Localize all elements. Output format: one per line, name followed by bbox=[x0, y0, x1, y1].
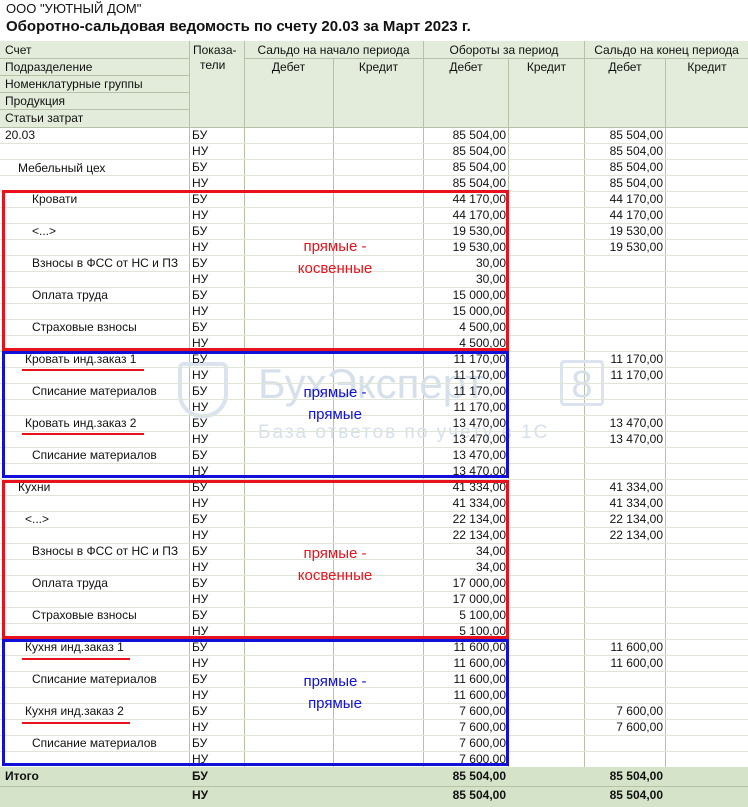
table-row: НУ 85 504,00 85 504,00 bbox=[0, 175, 748, 191]
total-closing-debit-bu: 85 504,00 bbox=[609, 769, 663, 783]
annotation-text-kitchens-direct: прямые - прямые bbox=[303, 673, 367, 712]
total-turnover-debit-bu: 85 504,00 bbox=[452, 769, 506, 783]
header-closing-credit: Кредит bbox=[687, 60, 727, 74]
row-closing-debit: 11 170,00 bbox=[610, 352, 664, 366]
row-closing-debit bbox=[585, 543, 663, 559]
header-turnover-credit: Кредит bbox=[526, 60, 567, 74]
row-closing-debit: 41 334,00 bbox=[609, 480, 663, 494]
row-closing-debit: 85 504,00 bbox=[609, 144, 663, 158]
total-turnover-debit-nu: 85 504,00 bbox=[452, 788, 506, 802]
annotation-box-kitchens-indirect bbox=[2, 480, 509, 639]
row-closing-debit: 44 170,00 bbox=[609, 192, 663, 206]
row-closing-debit: 13 470,00 bbox=[609, 416, 663, 430]
row-closing-debit bbox=[585, 255, 663, 271]
header-dim-department: Подразделение bbox=[5, 60, 93, 74]
header-turnover: Обороты за период bbox=[449, 43, 559, 57]
row-closing-debit: 85 504,00 bbox=[609, 176, 663, 190]
row-closing-debit bbox=[585, 687, 663, 703]
row-indicator: НУ bbox=[192, 176, 209, 190]
row-indicator: БУ bbox=[192, 160, 208, 174]
underline-bed-order-1 bbox=[22, 369, 144, 371]
row-turnover-debit: 85 504,00 bbox=[452, 144, 506, 158]
row-closing-debit: 22 134,00 bbox=[609, 528, 663, 542]
header-dim-cost-items: Статьи затрат bbox=[5, 111, 84, 125]
table-row: Мебельный цех БУ 85 504,00 85 504,00 bbox=[0, 159, 748, 175]
row-indicator: БУ bbox=[192, 128, 208, 142]
total-label: Итого bbox=[5, 769, 39, 783]
organization-name: ООО "УЮТНЫЙ ДОМ" bbox=[6, 1, 142, 16]
total-bu-indicator: БУ bbox=[192, 769, 208, 783]
underline-kitchen-order-1 bbox=[22, 658, 130, 660]
row-closing-debit: 11 170,00 bbox=[610, 368, 664, 382]
row-closing-debit bbox=[585, 319, 663, 335]
underline-kitchen-order-2 bbox=[22, 722, 130, 724]
row-closing-debit bbox=[585, 671, 663, 687]
row-closing-debit bbox=[585, 271, 663, 287]
row-closing-debit: 19 530,00 bbox=[609, 224, 663, 238]
row-closing-debit: 11 600,00 bbox=[610, 640, 664, 654]
row-closing-debit bbox=[585, 383, 663, 399]
row-closing-debit bbox=[585, 623, 663, 639]
row-turnover-debit: 85 504,00 bbox=[452, 128, 506, 142]
header-indicator-line1: Показа- bbox=[193, 43, 237, 57]
row-turnover-debit: 85 504,00 bbox=[452, 160, 506, 174]
row-closing-debit bbox=[585, 575, 663, 591]
header-dim-account: Счет bbox=[5, 43, 32, 57]
row-name: Мебельный цех bbox=[18, 161, 106, 175]
row-closing-debit: 19 530,00 bbox=[609, 240, 663, 254]
total-closing-debit-nu: 85 504,00 bbox=[609, 788, 663, 802]
header-closing-balance: Сальдо на конец периода bbox=[594, 43, 739, 57]
row-name: 20.03 bbox=[5, 128, 36, 142]
row-closing-debit bbox=[585, 287, 663, 303]
annotation-box-beds-indirect bbox=[2, 190, 509, 351]
header-indicator-line2: тели bbox=[200, 58, 226, 72]
annotation-text-beds-indirect: прямые - косвенные bbox=[297, 238, 373, 277]
row-closing-debit bbox=[585, 447, 663, 463]
row-closing-debit: 13 470,00 bbox=[609, 432, 663, 446]
header-dim-nomenclature: Номенклатурные группы bbox=[5, 77, 143, 91]
row-closing-debit bbox=[585, 303, 663, 319]
annotation-text-beds-direct: прямые - прямые bbox=[303, 384, 367, 423]
row-closing-debit bbox=[585, 735, 663, 751]
row-closing-debit: 44 170,00 bbox=[609, 208, 663, 222]
header-opening-balance: Сальдо на начало периода bbox=[257, 43, 410, 57]
header-dim-product: Продукция bbox=[5, 94, 66, 108]
row-closing-debit bbox=[585, 559, 663, 575]
row-closing-debit bbox=[585, 607, 663, 623]
row-closing-debit bbox=[585, 591, 663, 607]
row-turnover-debit: 85 504,00 bbox=[452, 176, 506, 190]
row-closing-debit bbox=[585, 335, 663, 351]
header-opening-credit: Кредит bbox=[358, 60, 399, 74]
row-closing-debit: 85 504,00 bbox=[609, 160, 663, 174]
row-closing-debit: 22 134,00 bbox=[609, 512, 663, 526]
row-closing-debit: 7 600,00 bbox=[616, 720, 663, 734]
header-closing-debit: Дебет bbox=[608, 60, 642, 74]
annotation-text-kitchens-indirect: прямые - косвенные bbox=[297, 545, 373, 584]
table-row: 20.03 БУ 85 504,00 85 504,00 bbox=[0, 127, 748, 143]
row-closing-debit bbox=[585, 751, 663, 767]
total-nu-indicator: НУ bbox=[192, 788, 209, 802]
row-closing-debit bbox=[585, 399, 663, 415]
row-closing-debit: 41 334,00 bbox=[609, 496, 663, 510]
table-row: НУ 85 504,00 85 504,00 bbox=[0, 143, 748, 159]
row-closing-debit: 11 600,00 bbox=[610, 656, 664, 670]
total-section: Итого БУ НУ 85 504,00 85 504,00 85 504,0… bbox=[0, 767, 748, 807]
row-closing-debit: 7 600,00 bbox=[616, 704, 663, 718]
row-indicator: НУ bbox=[192, 144, 209, 158]
header-turnover-debit: Дебет bbox=[449, 60, 483, 74]
header-opening-debit: Дебет bbox=[271, 60, 306, 74]
report-title: Оборотно-сальдовая ведомость по счету 20… bbox=[6, 18, 471, 35]
row-closing-debit: 85 504,00 bbox=[609, 128, 663, 142]
underline-bed-order-2 bbox=[22, 433, 144, 435]
row-closing-debit bbox=[585, 463, 663, 479]
table-header: Счет Подразделение Номенклатурные группы… bbox=[0, 41, 748, 127]
